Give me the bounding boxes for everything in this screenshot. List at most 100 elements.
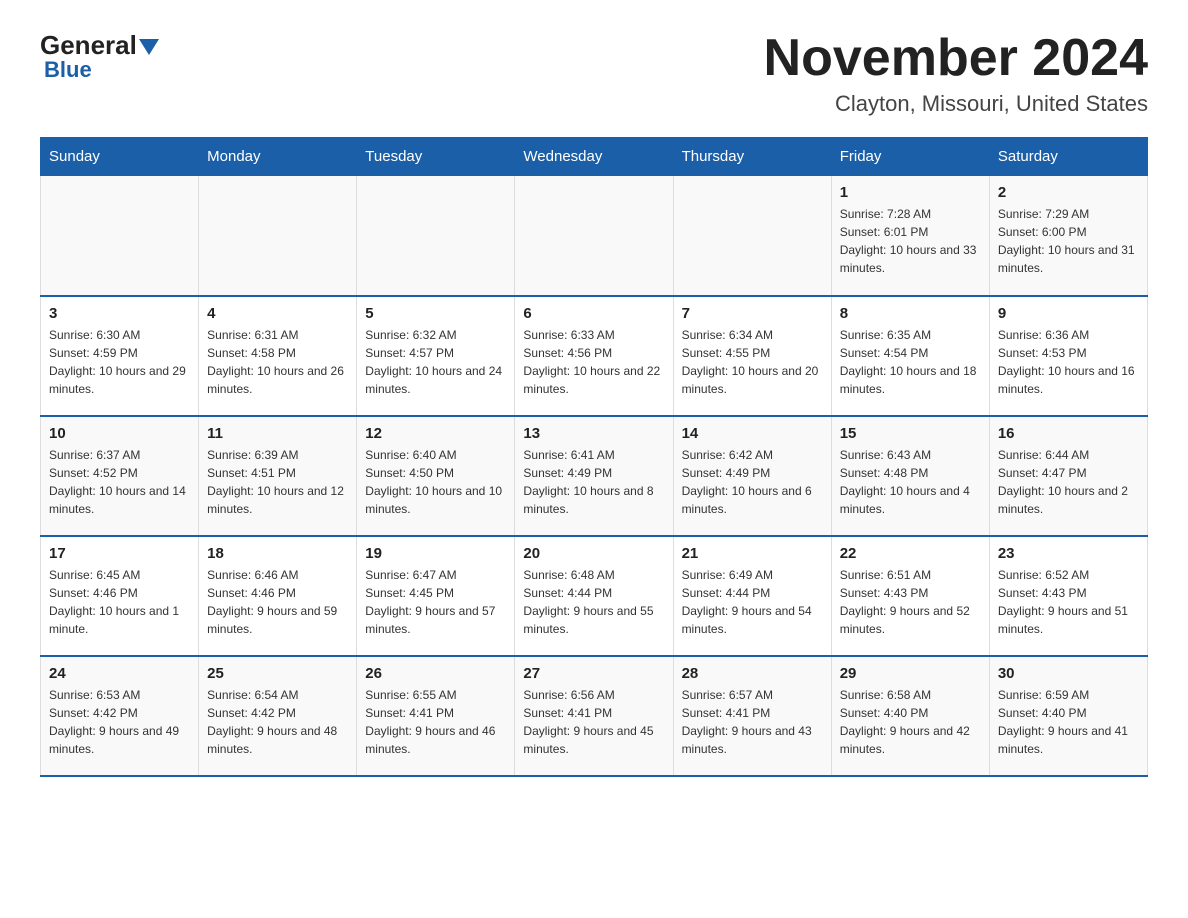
calendar-cell-w3-d6: 15 Sunrise: 6:43 AM Sunset: 4:48 PM Dayli… [831,416,989,536]
day-number-25: 25 [207,665,348,682]
day-info-2: Sunrise: 7:29 AM Sunset: 6:00 PM Dayligh… [998,205,1139,277]
day-info-16: Sunrise: 6:44 AM Sunset: 4:47 PM Dayligh… [998,446,1139,518]
day-number-3: 3 [49,305,190,322]
calendar-header: SundayMondayTuesdayWednesdayThursdayFrid… [41,138,1148,176]
week-row-3: 10Sunrise: 6:37 AM Sunset: 4:52 PM Dayli… [41,416,1148,536]
day-number-27: 27 [523,665,664,682]
day-info-28: Sunrise: 6:57 AM Sunset: 4:41 PM Dayligh… [682,686,823,758]
header-saturday: Saturday [989,138,1147,176]
day-info-12: Sunrise: 6:40 AM Sunset: 4:50 PM Dayligh… [365,446,506,518]
day-info-11: Sunrise: 6:39 AM Sunset: 4:51 PM Dayligh… [207,446,348,518]
calendar-cell-w3-d1: 10Sunrise: 6:37 AM Sunset: 4:52 PM Dayli… [41,416,199,536]
day-number-16: 16 [998,425,1139,442]
calendar-cell-w1-d7: 2 Sunrise: 7:29 AM Sunset: 6:00 PM Daylig… [989,176,1147,296]
day-number-14: 14 [682,425,823,442]
calendar-table: SundayMondayTuesdayWednesdayThursdayFrid… [40,137,1148,777]
calendar-cell-w1-d3 [357,176,515,296]
calendar-cell-w4-d2: 18Sunrise: 6:46 AM Sunset: 4:46 PM Dayli… [199,536,357,656]
day-info-8: Sunrise: 6:35 AM Sunset: 4:54 PM Dayligh… [840,326,981,398]
calendar-cell-w1-d1 [41,176,199,296]
calendar-cell-w5-d2: 25Sunrise: 6:54 AM Sunset: 4:42 PM Dayli… [199,656,357,776]
header-tuesday: Tuesday [357,138,515,176]
day-number-29: 29 [840,665,981,682]
day-number-12: 12 [365,425,506,442]
calendar-title: November 2024 [764,30,1148,87]
calendar-cell-w1-d6: 1Sunrise: 7:28 AM Sunset: 6:01 PM Daylig… [831,176,989,296]
day-info-5: Sunrise: 6:32 AM Sunset: 4:57 PM Dayligh… [365,326,506,398]
week-row-1: 1Sunrise: 7:28 AM Sunset: 6:01 PM Daylig… [41,176,1148,296]
calendar-cell-w2-d4: 6 Sunrise: 6:33 AM Sunset: 4:56 PM Daylig… [515,296,673,416]
day-info-21: Sunrise: 6:49 AM Sunset: 4:44 PM Dayligh… [682,566,823,638]
week-row-2: 3 Sunrise: 6:30 AM Sunset: 4:59 PM Daylig… [41,296,1148,416]
day-info-19: Sunrise: 6:47 AM Sunset: 4:45 PM Dayligh… [365,566,506,638]
calendar-cell-w1-d5 [673,176,831,296]
calendar-cell-w4-d6: 22 Sunrise: 6:51 AM Sunset: 4:43 PM Dayli… [831,536,989,656]
calendar-cell-w3-d5: 14 Sunrise: 6:42 AM Sunset: 4:49 PM Dayli… [673,416,831,536]
calendar-cell-w5-d7: 30 Sunrise: 6:59 AM Sunset: 4:40 PM Dayli… [989,656,1147,776]
day-number-23: 23 [998,545,1139,562]
day-number-2: 2 [998,184,1139,201]
calendar-cell-w2-d3: 5 Sunrise: 6:32 AM Sunset: 4:57 PM Daylig… [357,296,515,416]
header-friday: Friday [831,138,989,176]
day-number-28: 28 [682,665,823,682]
day-number-30: 30 [998,665,1139,682]
calendar-subtitle: Clayton, Missouri, United States [764,91,1148,117]
days-of-week-row: SundayMondayTuesdayWednesdayThursdayFrid… [41,138,1148,176]
day-number-4: 4 [207,305,348,322]
day-info-29: Sunrise: 6:58 AM Sunset: 4:40 PM Dayligh… [840,686,981,758]
header-monday: Monday [199,138,357,176]
calendar-cell-w3-d2: 11Sunrise: 6:39 AM Sunset: 4:51 PM Dayli… [199,416,357,536]
day-number-19: 19 [365,545,506,562]
day-number-13: 13 [523,425,664,442]
logo-blue-text: Blue [44,57,92,83]
day-number-6: 6 [523,305,664,322]
calendar-cell-w2-d6: 8Sunrise: 6:35 AM Sunset: 4:54 PM Daylig… [831,296,989,416]
header-sunday: Sunday [41,138,199,176]
logo-triangle-icon [139,39,159,55]
day-info-24: Sunrise: 6:53 AM Sunset: 4:42 PM Dayligh… [49,686,190,758]
calendar-cell-w4-d7: 23 Sunrise: 6:52 AM Sunset: 4:43 PM Dayli… [989,536,1147,656]
calendar-cell-w5-d6: 29 Sunrise: 6:58 AM Sunset: 4:40 PM Dayli… [831,656,989,776]
calendar-cell-w2-d1: 3 Sunrise: 6:30 AM Sunset: 4:59 PM Daylig… [41,296,199,416]
day-info-17: Sunrise: 6:45 AM Sunset: 4:46 PM Dayligh… [49,566,190,638]
day-info-4: Sunrise: 6:31 AM Sunset: 4:58 PM Dayligh… [207,326,348,398]
day-info-27: Sunrise: 6:56 AM Sunset: 4:41 PM Dayligh… [523,686,664,758]
calendar-cell-w2-d7: 9 Sunrise: 6:36 AM Sunset: 4:53 PM Daylig… [989,296,1147,416]
day-info-3: Sunrise: 6:30 AM Sunset: 4:59 PM Dayligh… [49,326,190,398]
day-info-23: Sunrise: 6:52 AM Sunset: 4:43 PM Dayligh… [998,566,1139,638]
day-info-13: Sunrise: 6:41 AM Sunset: 4:49 PM Dayligh… [523,446,664,518]
day-info-6: Sunrise: 6:33 AM Sunset: 4:56 PM Dayligh… [523,326,664,398]
day-info-1: Sunrise: 7:28 AM Sunset: 6:01 PM Dayligh… [840,205,981,277]
header-wednesday: Wednesday [515,138,673,176]
day-number-10: 10 [49,425,190,442]
calendar-cell-w2-d5: 7Sunrise: 6:34 AM Sunset: 4:55 PM Daylig… [673,296,831,416]
day-info-18: Sunrise: 6:46 AM Sunset: 4:46 PM Dayligh… [207,566,348,638]
day-info-22: Sunrise: 6:51 AM Sunset: 4:43 PM Dayligh… [840,566,981,638]
day-info-7: Sunrise: 6:34 AM Sunset: 4:55 PM Dayligh… [682,326,823,398]
week-row-4: 17 Sunrise: 6:45 AM Sunset: 4:46 PM Dayli… [41,536,1148,656]
day-number-15: 15 [840,425,981,442]
day-number-5: 5 [365,305,506,322]
day-info-9: Sunrise: 6:36 AM Sunset: 4:53 PM Dayligh… [998,326,1139,398]
calendar-cell-w5-d5: 28 Sunrise: 6:57 AM Sunset: 4:41 PM Dayli… [673,656,831,776]
day-info-14: Sunrise: 6:42 AM Sunset: 4:49 PM Dayligh… [682,446,823,518]
week-row-5: 24Sunrise: 6:53 AM Sunset: 4:42 PM Dayli… [41,656,1148,776]
day-number-17: 17 [49,545,190,562]
header-thursday: Thursday [673,138,831,176]
day-info-20: Sunrise: 6:48 AM Sunset: 4:44 PM Dayligh… [523,566,664,638]
calendar-cell-w3-d3: 12 Sunrise: 6:40 AM Sunset: 4:50 PM Dayli… [357,416,515,536]
calendar-cell-w3-d7: 16 Sunrise: 6:44 AM Sunset: 4:47 PM Dayli… [989,416,1147,536]
page-header: General Blue November 2024 Clayton, Miss… [40,30,1148,117]
day-number-26: 26 [365,665,506,682]
day-info-15: Sunrise: 6:43 AM Sunset: 4:48 PM Dayligh… [840,446,981,518]
calendar-cell-w4-d5: 21Sunrise: 6:49 AM Sunset: 4:44 PM Dayli… [673,536,831,656]
day-number-22: 22 [840,545,981,562]
calendar-body: 1Sunrise: 7:28 AM Sunset: 6:01 PM Daylig… [41,176,1148,776]
day-number-20: 20 [523,545,664,562]
day-number-9: 9 [998,305,1139,322]
calendar-cell-w1-d2 [199,176,357,296]
day-info-30: Sunrise: 6:59 AM Sunset: 4:40 PM Dayligh… [998,686,1139,758]
logo: General Blue [40,30,159,83]
calendar-cell-w4-d4: 20 Sunrise: 6:48 AM Sunset: 4:44 PM Dayli… [515,536,673,656]
title-block: November 2024 Clayton, Missouri, United … [764,30,1148,117]
